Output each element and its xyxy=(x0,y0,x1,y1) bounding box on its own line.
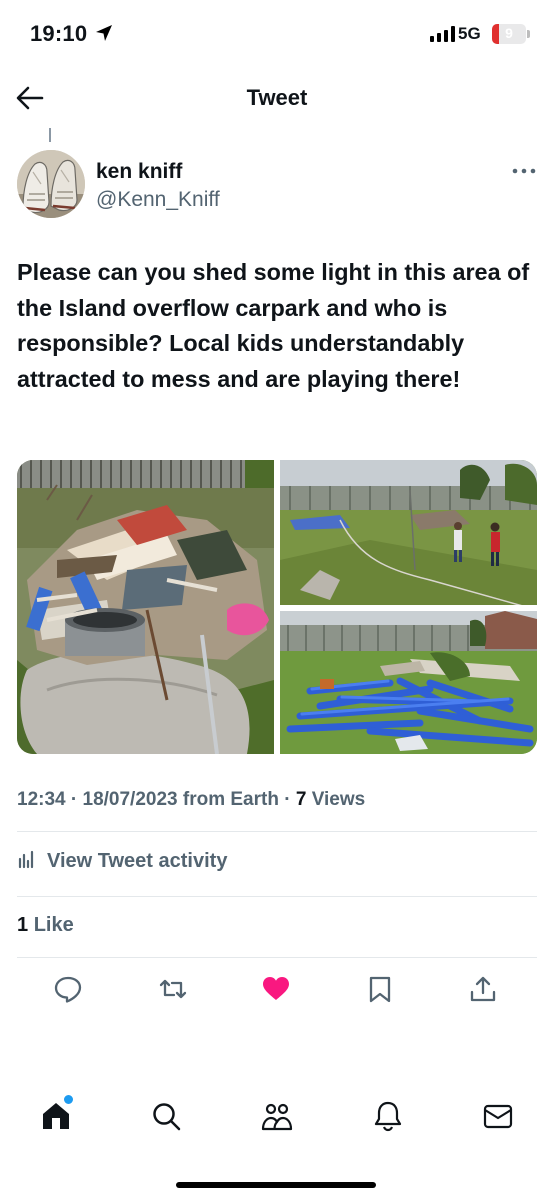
likes-label: Like xyxy=(33,914,74,936)
author-name[interactable]: ken kniff xyxy=(96,160,182,184)
location-arrow-icon xyxy=(94,23,114,48)
tweet-source: from Earth xyxy=(182,789,279,810)
battery-tip xyxy=(527,30,530,38)
notifications-bell-icon[interactable] xyxy=(372,1100,404,1132)
meta-separator: · xyxy=(284,789,291,810)
divider xyxy=(17,896,537,897)
media-photo-1[interactable] xyxy=(17,460,274,754)
battery-level: 9 xyxy=(505,25,513,41)
tweet-time: 12:34 xyxy=(17,789,66,810)
views-count: 7 xyxy=(295,789,307,810)
cellular-signal-icon xyxy=(430,26,455,42)
author-handle[interactable]: @Kenn_Kniff xyxy=(96,188,220,212)
tweet-meta: 12:34 · 18/07/2023 from Earth · 7 Views xyxy=(17,789,365,811)
tweet-text: Please can you shed some light in this a… xyxy=(17,259,530,392)
battery-icon: 9 xyxy=(492,24,526,44)
search-icon[interactable] xyxy=(150,1100,182,1132)
views-label: Views xyxy=(311,789,366,810)
likes-count[interactable]: 1 Like xyxy=(17,914,74,937)
network-type: 5G xyxy=(458,24,481,43)
share-icon[interactable] xyxy=(468,974,498,1004)
media-photo-2[interactable] xyxy=(280,460,537,605)
activity-label: View Tweet activity xyxy=(47,849,228,872)
divider xyxy=(17,957,537,958)
bookmark-icon[interactable] xyxy=(365,974,395,1004)
divider xyxy=(17,831,537,832)
messages-envelope-icon[interactable] xyxy=(482,1100,514,1132)
tweet-date: 18/07/2023 xyxy=(82,789,178,810)
reply-icon[interactable] xyxy=(53,974,83,1004)
thread-line xyxy=(49,128,51,142)
notification-dot xyxy=(63,1094,74,1105)
meta-separator: · xyxy=(70,789,78,810)
more-options-icon[interactable] xyxy=(511,161,537,181)
status-bar: 19:10 5G 9 xyxy=(0,0,554,70)
home-indicator[interactable] xyxy=(176,1182,376,1188)
avatar[interactable] xyxy=(17,150,85,218)
like-heart-icon[interactable] xyxy=(261,974,291,1004)
tweet-media-grid xyxy=(17,460,537,754)
retweet-icon[interactable] xyxy=(158,974,188,1004)
page-title: Tweet xyxy=(246,85,308,110)
status-time: 19:10 xyxy=(30,21,88,46)
view-tweet-activity-button[interactable]: View Tweet activity xyxy=(17,846,227,876)
likes-number: 1 xyxy=(17,914,29,936)
media-photo-3[interactable] xyxy=(280,611,537,754)
analytics-icon xyxy=(17,849,37,874)
top-header: Tweet xyxy=(0,70,554,126)
communities-icon[interactable] xyxy=(261,1100,293,1132)
